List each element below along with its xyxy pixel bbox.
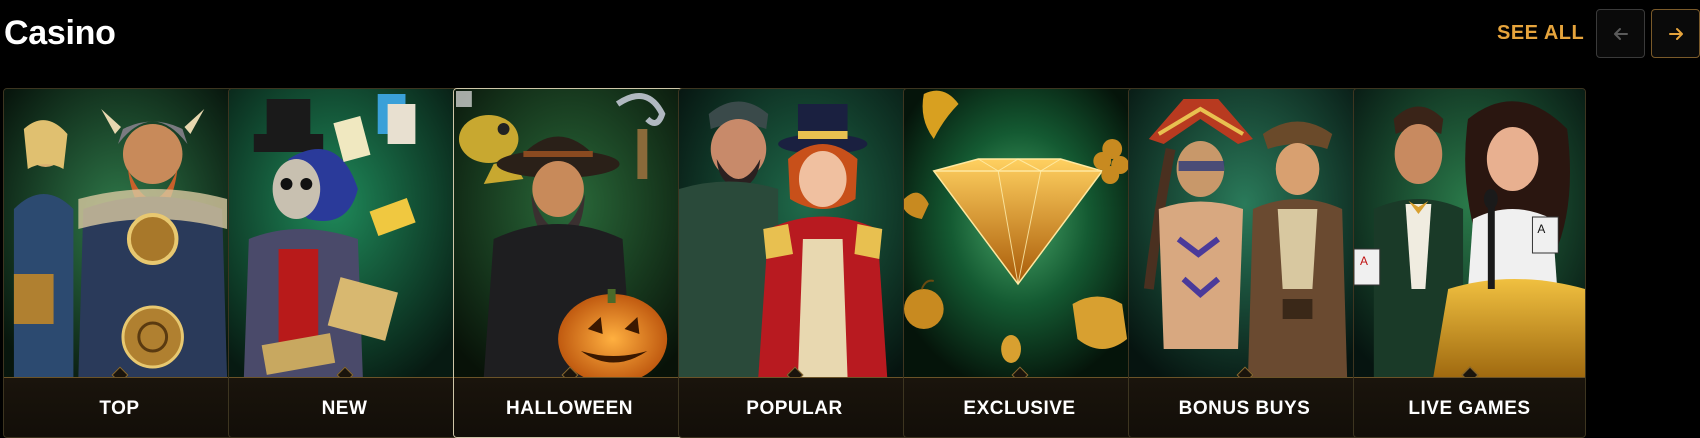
viking-warriors-art: [4, 89, 235, 377]
card-label-bar: EXCLUSIVE: [904, 377, 1135, 437]
card-label: POPULAR: [746, 397, 843, 419]
category-card-halloween[interactable]: HALLOWEEN: [453, 88, 686, 438]
category-card-exclusive[interactable]: EXCLUSIVE: [903, 88, 1136, 438]
svg-text:A: A: [1537, 222, 1545, 236]
pirate-pumpkin-art: [454, 89, 685, 377]
card-label-bar: LIVE GAMES: [1354, 377, 1585, 437]
section-title: Casino: [4, 14, 116, 52]
category-card-new[interactable]: NEW: [228, 88, 461, 438]
next-button[interactable]: [1651, 9, 1700, 58]
card-label-bar: HALLOWEEN: [454, 377, 685, 437]
golden-diamond-art: [904, 89, 1135, 377]
section-header: Casino SEE ALL: [0, 0, 1700, 80]
prev-button[interactable]: [1596, 9, 1645, 58]
card-label-bar: POPULAR: [679, 377, 910, 437]
card-label-bar: NEW: [229, 377, 460, 437]
card-label-bar: TOP: [4, 377, 235, 437]
explorers-circus-art: [679, 89, 910, 377]
card-label: TOP: [99, 397, 140, 419]
card-label: HALLOWEEN: [506, 397, 633, 419]
card-label: BONUS BUYS: [1178, 397, 1311, 419]
svg-text:A: A: [1360, 254, 1368, 268]
card-label: LIVE GAMES: [1408, 397, 1531, 419]
live-dealers-art: A A: [1354, 89, 1585, 377]
voodoo-card-dealer-art: [229, 89, 460, 377]
arrow-right-icon: [1668, 27, 1683, 40]
aztec-explorer-art: [1129, 89, 1360, 377]
card-label-bar: BONUS BUYS: [1129, 377, 1360, 437]
category-card-live-games[interactable]: A A LIVE GAMES: [1353, 88, 1586, 438]
category-card-popular[interactable]: POPULAR: [678, 88, 911, 438]
category-card-bonus-buys[interactable]: BONUS BUYS: [1128, 88, 1361, 438]
card-label: NEW: [321, 397, 368, 419]
arrow-left-icon: [1613, 27, 1628, 40]
see-all-link[interactable]: SEE ALL: [1497, 22, 1584, 45]
category-card-top[interactable]: TOP: [3, 88, 236, 438]
card-label: EXCLUSIVE: [963, 397, 1076, 419]
casino-category-carousel: TOP NEW HALLOWEEN POPULAR EXCLUSIVE BONU…: [3, 88, 1700, 438]
